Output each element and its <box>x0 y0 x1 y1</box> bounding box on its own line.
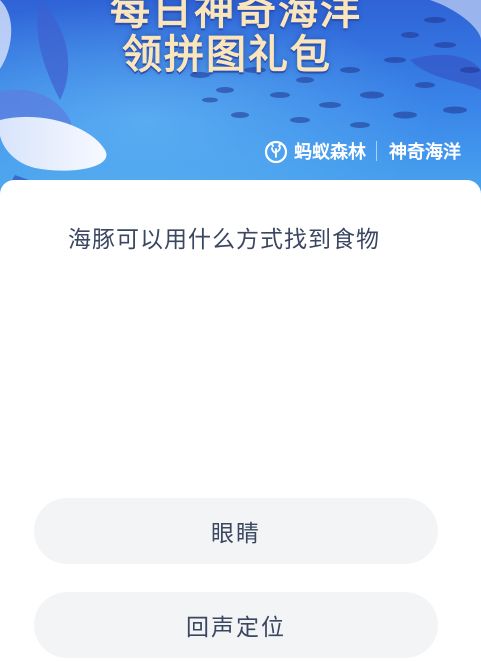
brand-bar: 蚂蚁森林 神奇海洋 <box>262 136 461 166</box>
answer-option-eyes[interactable]: 眼睛 <box>34 498 438 564</box>
brand-subtitle: 神奇海洋 <box>389 142 461 163</box>
answer-option-label: 回声定位 <box>186 615 286 641</box>
banner-title-line2: 领拼图礼包 <box>122 32 332 78</box>
quiz-card: 海豚可以用什么方式找到食物 眼睛 回声定位 <box>0 180 481 661</box>
question-text: 海豚可以用什么方式找到食物 <box>68 227 380 253</box>
promo-banner[interactable]: 每日神奇海洋 领拼图礼包 蚂蚁森林 神奇海洋 <box>0 0 481 200</box>
answer-option-echolocation[interactable]: 回声定位 <box>34 592 438 658</box>
brand-divider <box>376 141 377 161</box>
page: 每日神奇海洋 领拼图礼包 蚂蚁森林 神奇海洋 海豚可以用什么方式找到食物 眼睛 … <box>0 0 481 661</box>
antforest-logo-icon <box>262 137 290 165</box>
brand-name: 蚂蚁森林 <box>294 142 366 163</box>
answer-option-label: 眼睛 <box>211 521 261 547</box>
